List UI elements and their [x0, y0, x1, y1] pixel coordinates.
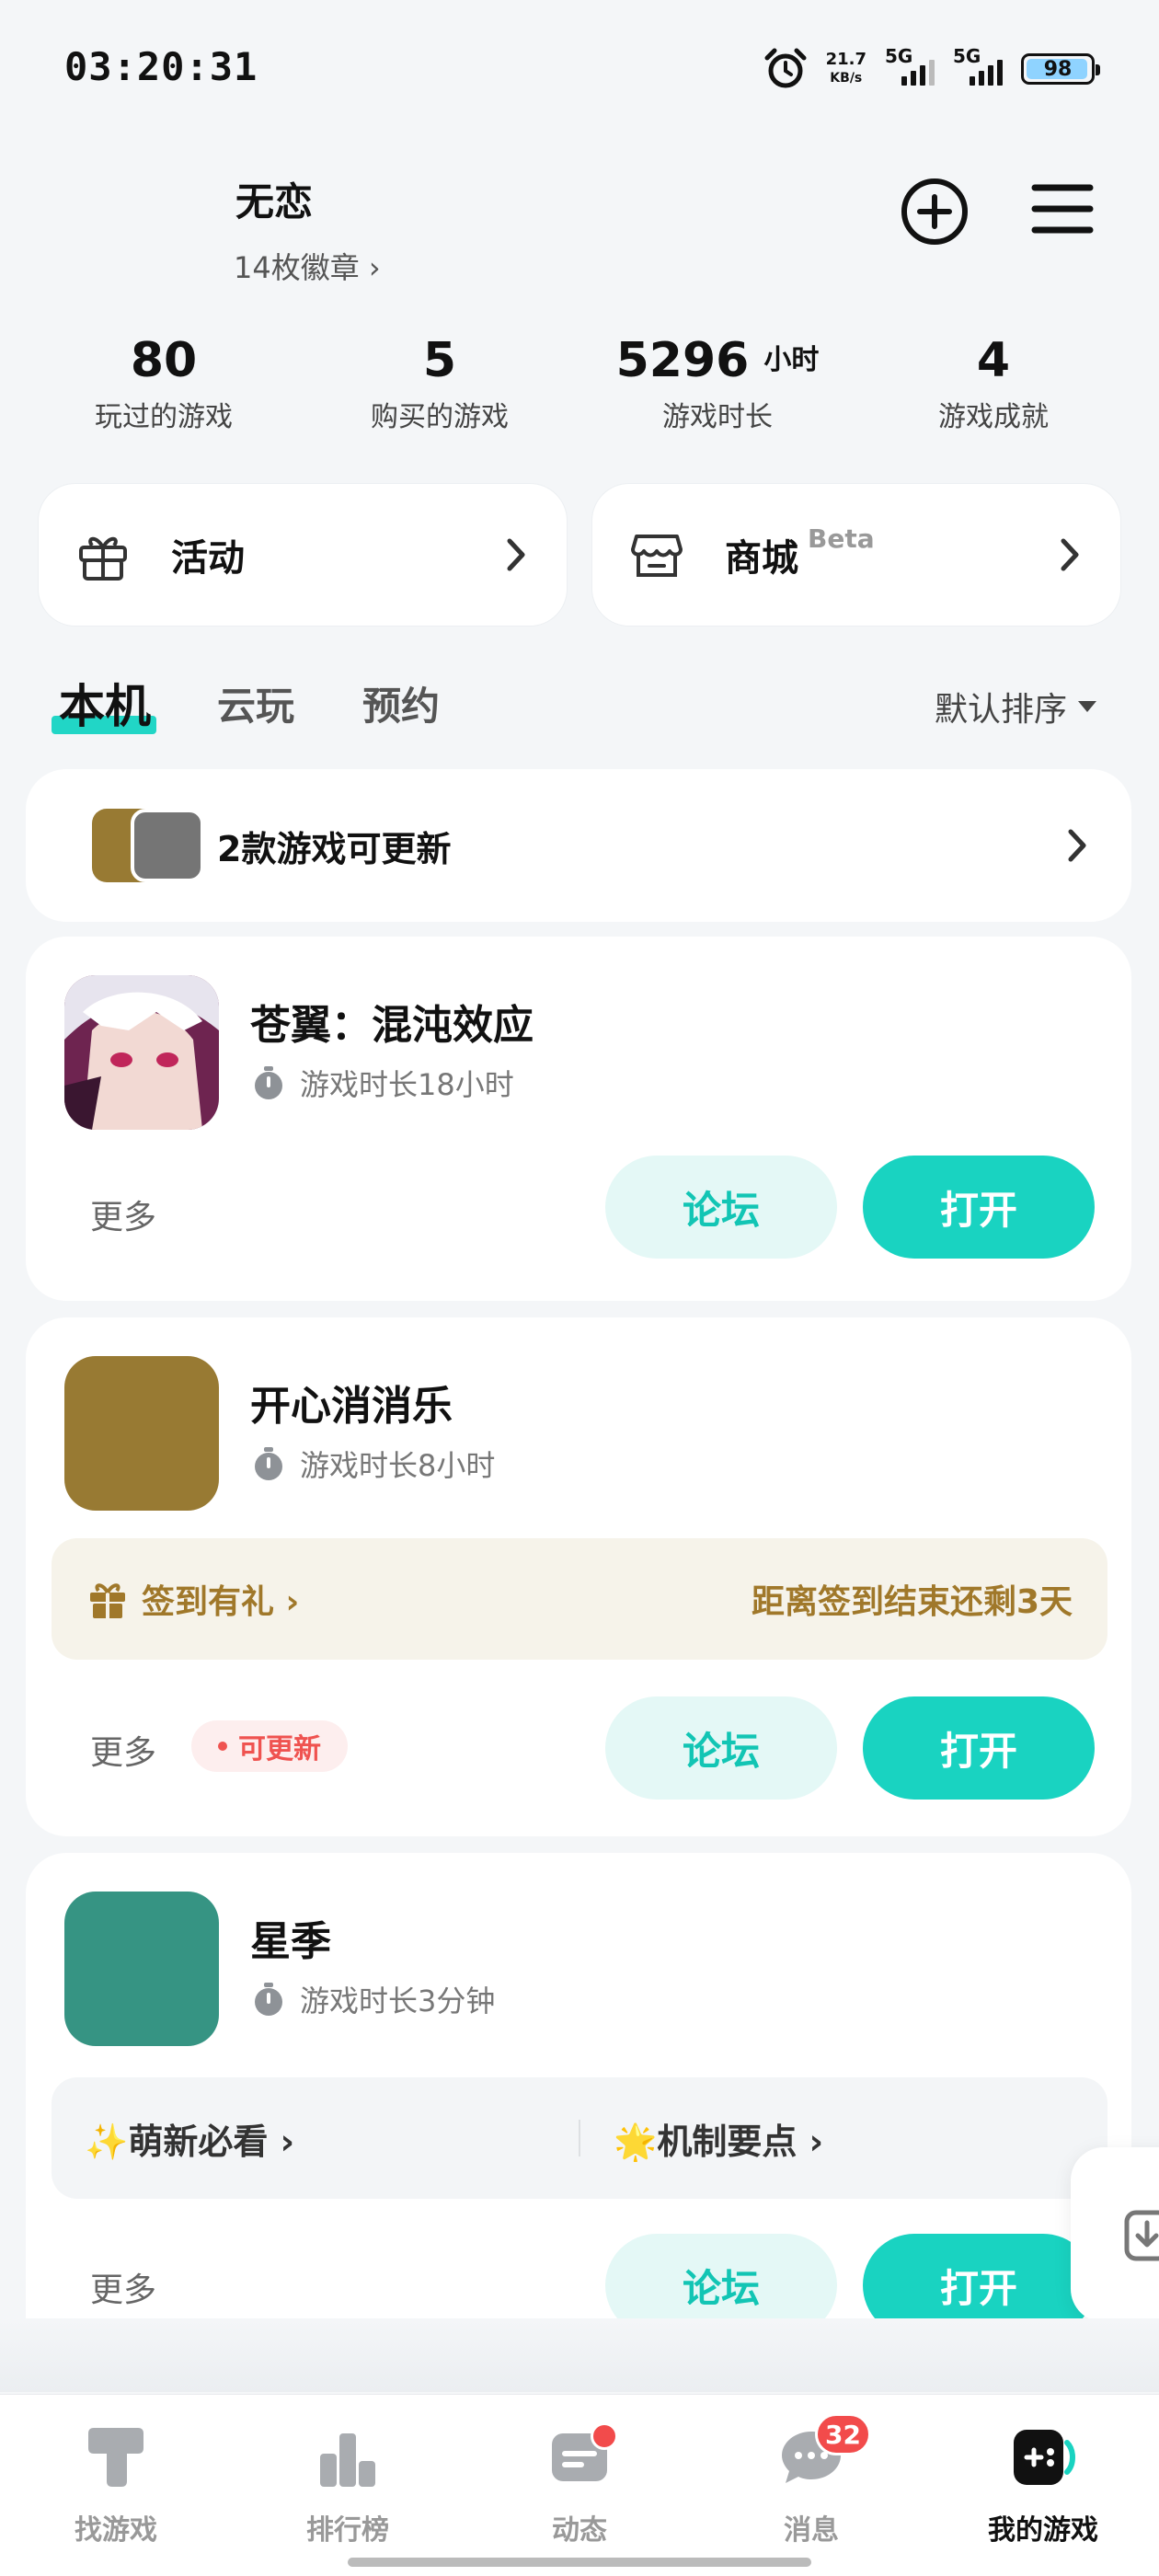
gift-icon	[79, 536, 127, 581]
sort-label: 默认排序	[934, 691, 1067, 729]
update-banner-text: 2款游戏可更新	[217, 828, 452, 869]
mall-card[interactable]: 商城 Beta	[592, 484, 1120, 626]
nav-feed[interactable]: 动态	[506, 2421, 653, 2547]
chevron-right-icon	[1061, 538, 1079, 571]
message-count-badge: 32	[815, 2413, 871, 2455]
checkin-banner[interactable]: 签到有礼 › 距离签到结束还剩3天	[52, 1538, 1107, 1660]
nav-rankings[interactable]: 排行榜	[274, 2421, 421, 2547]
activity-label: 活动	[171, 537, 245, 580]
stat-achievements[interactable]: 4 游戏成就	[874, 333, 1113, 434]
game-icon[interactable]	[64, 1892, 219, 2046]
tab-cloud[interactable]: 云玩	[217, 675, 294, 731]
download-float-button[interactable]	[1071, 2147, 1159, 2322]
update-game-icons	[66, 809, 204, 882]
update-badge[interactable]: 可更新	[191, 1720, 348, 1772]
stat-played-games[interactable]: 80 玩过的游戏	[44, 333, 283, 434]
store-icon	[631, 535, 683, 577]
home-indicator	[348, 2558, 811, 2567]
game-name: 星季	[250, 1918, 331, 1965]
tab-reserve[interactable]: 预约	[362, 675, 440, 731]
beta-tag: Beta	[808, 523, 875, 554]
status-time: 03:20:31	[64, 44, 258, 89]
more-button[interactable]: 更多	[90, 1190, 156, 1238]
signal-icon-sim1: 5G	[885, 45, 935, 86]
mall-label: 商城	[725, 537, 798, 580]
sort-dropdown[interactable]: 默认排序	[935, 683, 1096, 730]
forum-button[interactable]: 论坛	[605, 1696, 837, 1800]
stat-play-time[interactable]: 5296 小时 游戏时长	[598, 333, 837, 434]
guide-mechanics-link[interactable]: 🌟机制要点 ›	[580, 2113, 1107, 2164]
update-banner[interactable]: 2款游戏可更新	[26, 769, 1131, 922]
username[interactable]: 无恋	[235, 171, 313, 227]
checkin-label: 签到有礼 ›	[142, 1583, 300, 1621]
open-button[interactable]: 打开	[863, 1696, 1095, 1800]
stopwatch-icon	[255, 1983, 282, 2016]
podium-icon	[320, 2433, 375, 2487]
bottom-fade	[0, 2318, 1159, 2392]
battery-icon: 98	[1021, 53, 1100, 85]
more-button[interactable]: 更多	[90, 2263, 156, 2311]
triangle-down-icon	[1078, 701, 1096, 712]
game-name: 苍翼：混沌效应	[250, 1002, 534, 1049]
stopwatch-icon	[255, 1066, 282, 1099]
more-button[interactable]: 更多	[90, 1726, 156, 1774]
stopwatch-icon	[255, 1447, 282, 1480]
game-card: 星季 游戏时长3分钟 ✨萌新必看 › 🌟机制要点 › 更多 论坛 打开	[26, 1853, 1131, 2374]
guide-newbie-link[interactable]: ✨萌新必看 ›	[52, 2113, 579, 2164]
game-card: 苍翼：混沌效应 游戏时长18小时 更多 论坛 打开	[26, 937, 1131, 1301]
badges-link[interactable]: 14枚徽章 ›	[234, 245, 381, 287]
nav-find-games[interactable]: 找游戏	[42, 2421, 189, 2547]
download-icon	[1124, 2210, 1159, 2261]
tab-local[interactable]: 本机	[52, 670, 156, 736]
play-time: 游戏时长3分钟	[250, 1978, 495, 2020]
chevron-right-icon	[507, 538, 525, 571]
add-icon[interactable]	[900, 177, 970, 247]
checkin-remaining: 距离签到结束还剩3天	[751, 1583, 1073, 1621]
alarm-icon	[764, 48, 807, 88]
signal-icon-sim2: 5G	[953, 45, 1003, 86]
stat-purchased-games[interactable]: 5 购买的游戏	[320, 333, 559, 434]
game-icon[interactable]	[64, 1356, 219, 1511]
play-time: 游戏时长18小时	[250, 1062, 514, 1104]
chevron-right-icon	[1068, 829, 1086, 862]
t-shape-icon	[88, 2428, 143, 2487]
net-speed: 21.7 KB/s	[825, 50, 866, 86]
guide-row: ✨萌新必看 › 🌟机制要点 ›	[52, 2077, 1107, 2199]
game-icon[interactable]	[64, 975, 219, 1130]
status-icons: 21.7 KB/s 5G 5G 98	[763, 45, 1100, 92]
nav-messages[interactable]: 32 消息	[738, 2413, 885, 2547]
nav-my-games[interactable]: 我的游戏	[970, 2421, 1117, 2547]
new-dot-badge	[591, 2422, 618, 2450]
dot-icon	[218, 1742, 227, 1751]
open-button[interactable]: 打开	[863, 1156, 1095, 1259]
play-time: 游戏时长8小时	[250, 1443, 495, 1485]
game-name: 开心消消乐	[250, 1383, 453, 1430]
game-card: 开心消消乐 游戏时长8小时 签到有礼 › 距离签到结束还剩3天 更多 可更新 论…	[26, 1317, 1131, 1836]
gamepad-icon	[1014, 2430, 1075, 2485]
menu-icon[interactable]	[1030, 180, 1095, 237]
forum-button[interactable]: 论坛	[605, 1156, 837, 1259]
activity-card[interactable]: 活动	[39, 484, 567, 626]
bottom-nav: 找游戏 排行榜 动态 32 消息 我的游戏	[0, 2394, 1159, 2576]
gift-icon	[90, 1583, 125, 1618]
